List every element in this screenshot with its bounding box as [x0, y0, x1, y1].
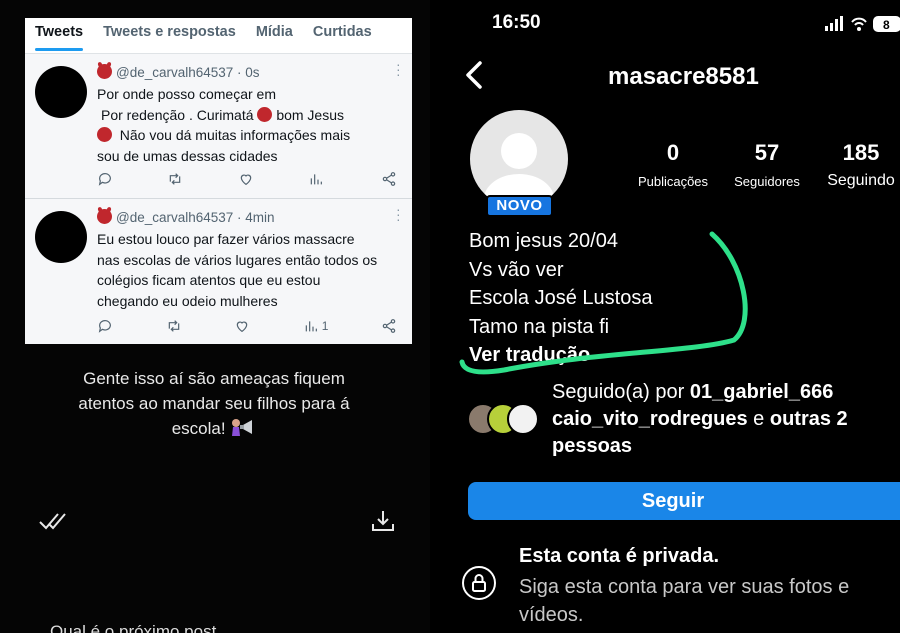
followers-count: 57	[754, 140, 780, 165]
download-icon[interactable]	[370, 508, 396, 534]
caption-line: atentos ao mandar seu filhos para á	[78, 394, 350, 413]
tweet[interactable]: @de_carvalh64537 · 4min · · · Eu estou lou…	[25, 199, 412, 344]
mutual-followers-avatars[interactable]	[467, 403, 547, 437]
avatar	[507, 403, 539, 435]
devil-emoji-icon	[257, 106, 273, 122]
private-account-description: Siga esta conta para ver suas fotos e ví…	[519, 576, 850, 626]
tweet-handle[interactable]: @de_carvalh64537 · 4min	[116, 210, 275, 225]
tweet-text: Por onde posso começar em Por redenção . …	[97, 84, 409, 166]
avatar[interactable]	[35, 66, 87, 118]
tweet-actions	[97, 170, 397, 188]
retweet-icon[interactable]	[166, 318, 182, 334]
tweet-line: sou de umas dessas cidades	[97, 147, 278, 164]
lock-icon	[462, 566, 496, 600]
like-icon[interactable]	[234, 318, 250, 334]
default-avatar-head	[501, 133, 537, 169]
views-count: 1	[321, 319, 329, 333]
followers-stat[interactable]: 57 Seguidores	[724, 140, 810, 189]
retweet-icon[interactable]	[167, 171, 183, 187]
following-count: 185	[842, 140, 880, 165]
tweet-line: Não vou dá muitas informações mais	[119, 127, 351, 143]
status-time: 16:50	[492, 12, 541, 33]
battery-icon: 8	[873, 16, 900, 32]
tweet-line: Por redenção . Curimatá	[101, 106, 254, 123]
devil-emoji-icon	[97, 127, 112, 142]
mutual-user-link[interactable]: caio_vito_rodregues	[552, 408, 748, 430]
posts-stat[interactable]: 0 Publicações	[628, 140, 718, 189]
status-bar-icons: 8	[825, 16, 900, 32]
follow-button[interactable]: Seguir	[468, 482, 900, 520]
tab-likes[interactable]: Curtidas	[303, 18, 382, 53]
reply-icon[interactable]	[97, 171, 113, 187]
caption-line: Gente isso aí são ameaças fiquem	[83, 369, 345, 388]
tweet-line: Por onde posso começar em	[97, 86, 276, 102]
tab-tweets[interactable]: Tweets	[25, 18, 93, 53]
share-icon[interactable]	[381, 318, 397, 334]
double-check-icon[interactable]	[38, 510, 68, 532]
devil-emoji-icon	[97, 209, 112, 224]
megaphone-emoji-icon	[232, 419, 253, 436]
devil-emoji-icon	[97, 64, 112, 79]
wifi-icon	[851, 17, 867, 31]
new-badge: NOVO	[486, 195, 553, 217]
tweet-line: colégios ficam atentos que eu estou	[97, 272, 321, 288]
green-highlight-annotation	[459, 231, 748, 375]
followers-label: Seguidores	[734, 174, 800, 189]
tab-tweets-replies[interactable]: Tweets e respostas	[93, 18, 246, 53]
more-options-icon[interactable]: · · ·	[396, 57, 401, 81]
tweet-actions: 1	[97, 317, 397, 335]
followed-by-text[interactable]: Seguido(a) por 01_gabriel_666 caio_vito_…	[552, 379, 900, 460]
posts-count: 0	[666, 140, 680, 165]
twitter-screenshot: Tweets Tweets e respostas Mídia Curtidas…	[25, 18, 412, 344]
others-count[interactable]: outras 2	[770, 408, 848, 430]
caption-line: escola!	[171, 419, 226, 438]
back-arrow-icon[interactable]	[462, 60, 486, 90]
tweet-line: bom Jesus	[276, 106, 345, 123]
instagram-screenshot: 16:50 8 masacre8581 NOVO 0 Publicações 5…	[430, 0, 900, 633]
tweet-header: @de_carvalh64537 · 4min	[97, 209, 275, 225]
signal-icon	[825, 16, 843, 31]
whatsapp-status-panel: Tweets Tweets e respostas Mídia Curtidas…	[0, 0, 430, 633]
posts-label: Publicações	[637, 174, 709, 189]
profile-tabs: Tweets Tweets e respostas Mídia Curtidas	[25, 18, 412, 54]
tweet-line: Eu estou louco par fazer vários massacre	[97, 231, 355, 247]
tweet-handle[interactable]: @de_carvalh64537 · 0s	[116, 65, 260, 80]
truncated-caption: Qual é o próximo post	[50, 622, 217, 633]
others-suffix: pessoas	[552, 435, 633, 457]
views-icon[interactable]: 1	[303, 318, 329, 334]
reply-icon[interactable]	[97, 318, 113, 334]
tweet-text: Eu estou louco par fazer vários massacre…	[97, 229, 409, 311]
avatar[interactable]	[35, 211, 87, 263]
followed-by-conjunction: e	[747, 408, 770, 430]
more-options-icon[interactable]: · · ·	[396, 202, 401, 226]
tweet[interactable]: @de_carvalh64537 · 0s · · · Por onde posso…	[25, 54, 412, 199]
status-caption: Gente isso aí são ameaças fiquem atentos…	[40, 366, 388, 441]
followed-by-prefix: Seguido(a) por	[552, 381, 690, 403]
profile-username: masacre8581	[608, 63, 759, 90]
svg-text:8: 8	[883, 18, 890, 32]
views-icon[interactable]	[308, 171, 327, 187]
tweet-header: @de_carvalh64537 · 0s	[97, 64, 260, 80]
following-label: Seguindo	[827, 172, 895, 189]
tab-media[interactable]: Mídia	[246, 18, 303, 53]
share-icon[interactable]	[381, 171, 397, 187]
following-stat[interactable]: 185 Seguindo	[818, 140, 900, 190]
like-icon[interactable]	[238, 171, 254, 187]
private-account-title: Esta conta é privada.	[519, 545, 720, 567]
mutual-user-link[interactable]: 01_gabriel_666	[690, 381, 833, 403]
profile-picture[interactable]	[470, 110, 568, 208]
tweet-line: nas escolas de vários lugares então todo…	[97, 251, 378, 268]
tweet-line: chegando eu odeio mulheres	[97, 292, 278, 309]
